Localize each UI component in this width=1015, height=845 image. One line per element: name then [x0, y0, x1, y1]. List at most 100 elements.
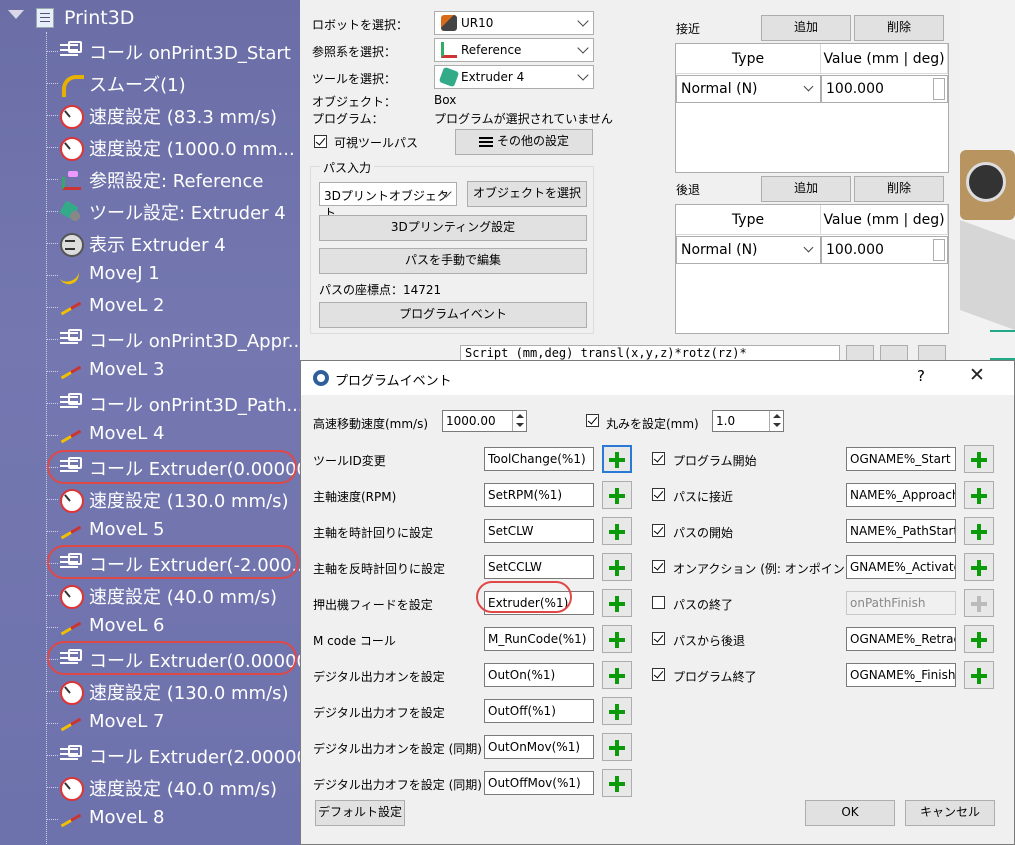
highlight-oval [476, 581, 572, 613]
event-checkbox[interactable] [652, 596, 665, 609]
tree-item[interactable]: スムーズ(1) [46, 67, 300, 99]
add-icon[interactable] [964, 661, 994, 689]
tree-item[interactable]: MoveL 8 [46, 803, 300, 835]
approach-value-input[interactable]: 100.000 [821, 75, 948, 103]
add-icon[interactable] [602, 769, 632, 797]
tree-item-label: 表示 Extruder 4 [89, 235, 226, 256]
formula-select[interactable]: Script (mm,deg) transl(x,y,z)*rotz(rz)* [460, 345, 840, 361]
add-icon[interactable] [964, 553, 994, 581]
event-name-input[interactable]: GNAME%_Activate [846, 555, 956, 579]
tree-item[interactable]: コール onPrint3D_Start [46, 35, 300, 67]
tree-item[interactable]: 参照設定: Reference [46, 163, 300, 195]
event-name-input[interactable]: NAME%_PathStart [846, 519, 956, 543]
close-button[interactable]: ✕ [969, 364, 985, 386]
tool-select[interactable]: Extruder 4 [434, 65, 594, 89]
ok-button[interactable]: OK [805, 800, 895, 826]
3d-viewport[interactable] [960, 0, 1015, 360]
approach-delete-button[interactable]: 削除 [854, 15, 944, 41]
rounding-spinbox[interactable]: 1.0 [712, 410, 784, 432]
add-icon[interactable] [964, 589, 994, 617]
retract-value-input[interactable]: 100.000 [821, 236, 948, 264]
event-name-input[interactable]: OGNAME%_Finish [846, 663, 956, 687]
add-icon[interactable] [602, 661, 632, 689]
tree-root[interactable]: Print3D [0, 4, 300, 32]
event-code-input[interactable]: OutOn(%1) [484, 663, 594, 687]
tree-item[interactable]: 速度設定 (40.0 mm/s) [46, 771, 300, 803]
retract-type-select[interactable]: Normal (N) [676, 236, 821, 264]
rapid-speed-spinbox[interactable]: 1000.00 [442, 410, 527, 432]
event-code-input[interactable]: M_RunCode(%1) [484, 627, 594, 651]
approach-add-button[interactable]: 追加 [761, 15, 851, 41]
collapse-chevron-icon[interactable] [8, 10, 24, 19]
add-icon[interactable] [602, 553, 632, 581]
edit-path-button[interactable]: パスを手動で編集 [319, 248, 587, 274]
tree-item[interactable]: コール Extruder(2.00000) [46, 739, 300, 771]
add-icon[interactable] [602, 697, 632, 725]
paste-icon[interactable] [880, 345, 908, 361]
event-code-input[interactable]: OutOffMov(%1) [484, 771, 594, 795]
retract-delete-button[interactable]: 削除 [854, 176, 944, 202]
other-settings-button[interactable]: その他の設定 [455, 129, 593, 155]
event-code-input[interactable]: SetCLW [484, 519, 594, 543]
tree-item[interactable]: MoveL 3 [46, 355, 300, 387]
event-code-input[interactable]: SetRPM(%1) [484, 483, 594, 507]
select-object-button[interactable]: オブジェクトを選択 [467, 181, 587, 207]
path-input-select[interactable]: 3Dプリントオブジェクト [319, 182, 457, 220]
spinner-arrows-icon[interactable] [769, 411, 783, 431]
tree-item[interactable]: 速度設定 (130.0 mm/s) [46, 675, 300, 707]
retract-add-button[interactable]: 追加 [761, 176, 851, 202]
robot-select[interactable]: UR10 [434, 11, 594, 35]
object-label: オブジェクト： [312, 95, 397, 109]
tree-item[interactable]: コール onPrint3D_Path... [46, 387, 300, 419]
event-code-input[interactable]: SetCCLW [484, 555, 594, 579]
approach-type-select[interactable]: Normal (N) [676, 75, 821, 103]
add-icon[interactable] [602, 589, 632, 617]
add-icon[interactable] [964, 445, 994, 473]
tree-item[interactable]: MoveL 6 [46, 611, 300, 643]
tree-item[interactable]: コール onPrint3D_Appr... [46, 323, 300, 355]
event-name-input[interactable]: NAME%_Approach [846, 483, 956, 507]
event-name-input[interactable]: OGNAME%_Start [846, 447, 956, 471]
tree-item[interactable]: 速度設定 (130.0 mm/s) [46, 483, 300, 515]
tree-item[interactable]: 速度設定 (40.0 mm/s) [46, 579, 300, 611]
add-icon[interactable] [602, 625, 632, 653]
event-name-input[interactable]: OGNAME%_Retract [846, 627, 956, 651]
printing-settings-button[interactable]: 3Dプリンティング設定 [319, 215, 587, 241]
spinner-arrows-icon[interactable] [512, 411, 526, 431]
rounding-checkbox[interactable] [586, 414, 599, 427]
add-icon[interactable] [602, 733, 632, 761]
add-icon[interactable] [602, 445, 632, 473]
menu-icon[interactable] [918, 345, 946, 361]
add-icon[interactable] [964, 481, 994, 509]
tree-item[interactable]: 速度設定 (1000.0 mm... [46, 131, 300, 163]
tree-item[interactable]: MoveL 4 [46, 419, 300, 451]
default-settings-button[interactable]: デフォルト設定 [315, 800, 405, 826]
add-icon[interactable] [602, 517, 632, 545]
help-button[interactable]: ? [917, 367, 925, 385]
visible-toolpath-checkbox[interactable] [314, 135, 327, 148]
event-checkbox[interactable] [652, 488, 665, 501]
event-checkbox[interactable] [652, 452, 665, 465]
tree-item[interactable]: MoveL 5 [46, 515, 300, 547]
cancel-button[interactable]: キャンセル [905, 800, 995, 826]
event-code-input[interactable]: OutOnMov(%1) [484, 735, 594, 759]
event-checkbox[interactable] [652, 668, 665, 681]
event-code-input[interactable]: ToolChange(%1) [484, 447, 594, 471]
tree-item[interactable]: MoveL 2 [46, 291, 300, 323]
add-icon[interactable] [964, 517, 994, 545]
add-icon[interactable] [602, 481, 632, 509]
reference-select[interactable]: Reference [434, 38, 594, 62]
tree-item[interactable]: 表示 Extruder 4 [46, 227, 300, 259]
event-checkbox[interactable] [652, 632, 665, 645]
event-code-input[interactable]: OutOff(%1) [484, 699, 594, 723]
event-checkbox[interactable] [652, 524, 665, 537]
event-name-input[interactable]: onPathFinish [846, 591, 956, 615]
tree-item[interactable]: 速度設定 (83.3 mm/s) [46, 99, 300, 131]
tree-item[interactable]: MoveJ 1 [46, 259, 300, 291]
event-checkbox[interactable] [652, 560, 665, 573]
copy-icon[interactable] [846, 345, 874, 361]
add-icon[interactable] [964, 625, 994, 653]
program-events-button[interactable]: プログラムイベント [319, 302, 587, 328]
tree-item[interactable]: MoveL 7 [46, 707, 300, 739]
tree-item[interactable]: ツール設定: Extruder 4 [46, 195, 300, 227]
